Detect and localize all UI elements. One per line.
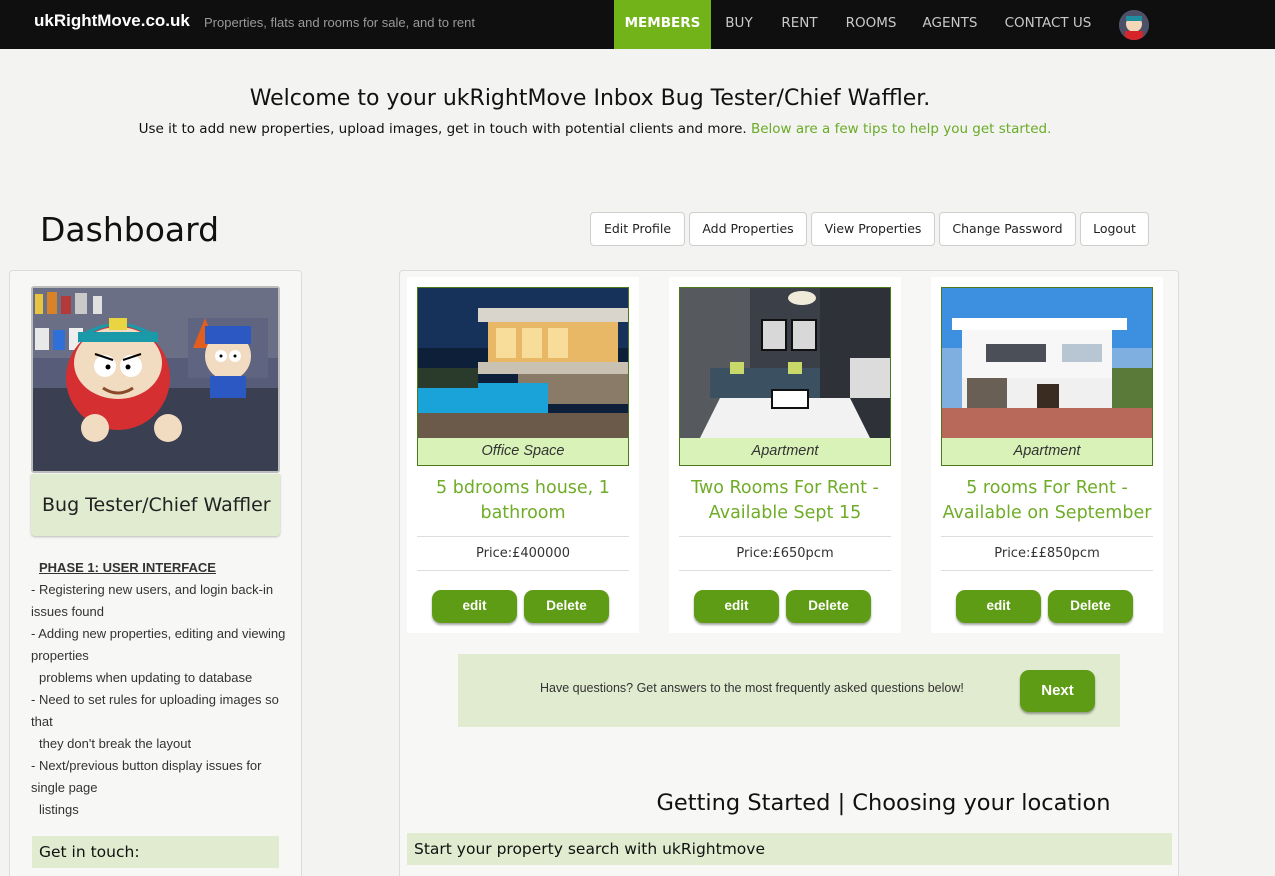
getting-started-bar: Start your property search with ukRightm… (407, 833, 1172, 865)
delete-button[interactable]: Delete (524, 590, 609, 623)
notes-line: - Need to set rules for uploading images… (31, 692, 279, 729)
next-button[interactable]: Next (1020, 670, 1095, 712)
edit-profile-button[interactable]: Edit Profile (590, 212, 685, 246)
property-price: Price:££850pcm (941, 536, 1153, 571)
notes-line: - Adding new properties, editing and vie… (31, 626, 286, 663)
property-photo[interactable] (941, 287, 1153, 439)
property-type: Apartment (679, 438, 891, 466)
tips-link[interactable]: Below are a few tips to help you get sta… (751, 121, 1051, 137)
getting-started-title: Getting Started | Choosing your location (656, 790, 1111, 816)
nav-rooms[interactable]: ROOMS (832, 0, 910, 49)
notes-line: - Next/previous button display issues fo… (31, 758, 262, 795)
add-properties-button[interactable]: Add Properties (689, 212, 807, 246)
top-navbar: ukRightMove.co.uk Properties, flats and … (0, 0, 1275, 49)
delete-button[interactable]: Delete (1048, 590, 1133, 623)
faq-banner: Have questions? Get answers to the most … (458, 654, 1120, 727)
change-password-button[interactable]: Change Password (939, 212, 1076, 246)
notes-heading: PHASE 1: USER INTERFACE (39, 560, 216, 575)
view-properties-button[interactable]: View Properties (811, 212, 935, 246)
site-tagline: Properties, flats and rooms for sale, an… (204, 15, 475, 30)
edit-button[interactable]: edit (956, 590, 1041, 623)
property-photo[interactable] (417, 287, 629, 439)
nav-members[interactable]: MEMBERS (614, 0, 711, 49)
property-card: Apartment Two Rooms For Rent - Available… (669, 277, 901, 633)
property-type: Office Space (417, 438, 629, 466)
logout-button[interactable]: Logout (1080, 212, 1149, 246)
get-in-touch-heading: Get in touch: (32, 836, 279, 868)
property-card: Office Space 5 bdrooms house, 1 bathroom… (407, 277, 639, 633)
edit-button[interactable]: edit (432, 590, 517, 623)
dev-notes: PHASE 1: USER INTERFACE - Registering ne… (31, 557, 286, 821)
user-avatar[interactable] (1119, 10, 1149, 40)
notes-line: - Registering new users, and login back-… (31, 582, 274, 619)
property-price: Price:£400000 (417, 536, 629, 571)
property-title[interactable]: 5 rooms For Rent - Available on Septembe… (941, 476, 1153, 526)
nav-contact-us[interactable]: CONTACT US (990, 0, 1106, 49)
notes-line: listings (39, 802, 79, 817)
property-card: Apartment 5 rooms For Rent - Available o… (931, 277, 1163, 633)
profile-name: Bug Tester/Chief Waffler (31, 474, 280, 536)
property-photo[interactable] (679, 287, 891, 439)
property-price: Price:£650pcm (679, 536, 891, 571)
welcome-subtitle-text: Use it to add new properties, upload ima… (138, 121, 747, 137)
profile-picture (31, 286, 280, 473)
property-title[interactable]: Two Rooms For Rent - Available Sept 15 (679, 476, 891, 526)
site-logo[interactable]: ukRightMove.co.uk (34, 11, 190, 31)
nav-buy[interactable]: BUY (711, 0, 767, 49)
edit-button[interactable]: edit (694, 590, 779, 623)
notes-line: problems when updating to database (39, 670, 253, 685)
nav-rent[interactable]: RENT (767, 0, 832, 49)
welcome-title: Welcome to your ukRightMove Inbox Bug Te… (249, 86, 931, 111)
dashboard-title: Dashboard (40, 210, 220, 249)
welcome-subtitle: Use it to add new properties, upload ima… (0, 121, 1190, 137)
delete-button[interactable]: Delete (786, 590, 871, 623)
property-type: Apartment (941, 438, 1153, 466)
notes-line: they don't break the layout (39, 736, 192, 751)
nav-agents[interactable]: AGENTS (910, 0, 990, 49)
property-title[interactable]: 5 bdrooms house, 1 bathroom (417, 476, 629, 526)
faq-text: Have questions? Get answers to the most … (540, 681, 964, 695)
